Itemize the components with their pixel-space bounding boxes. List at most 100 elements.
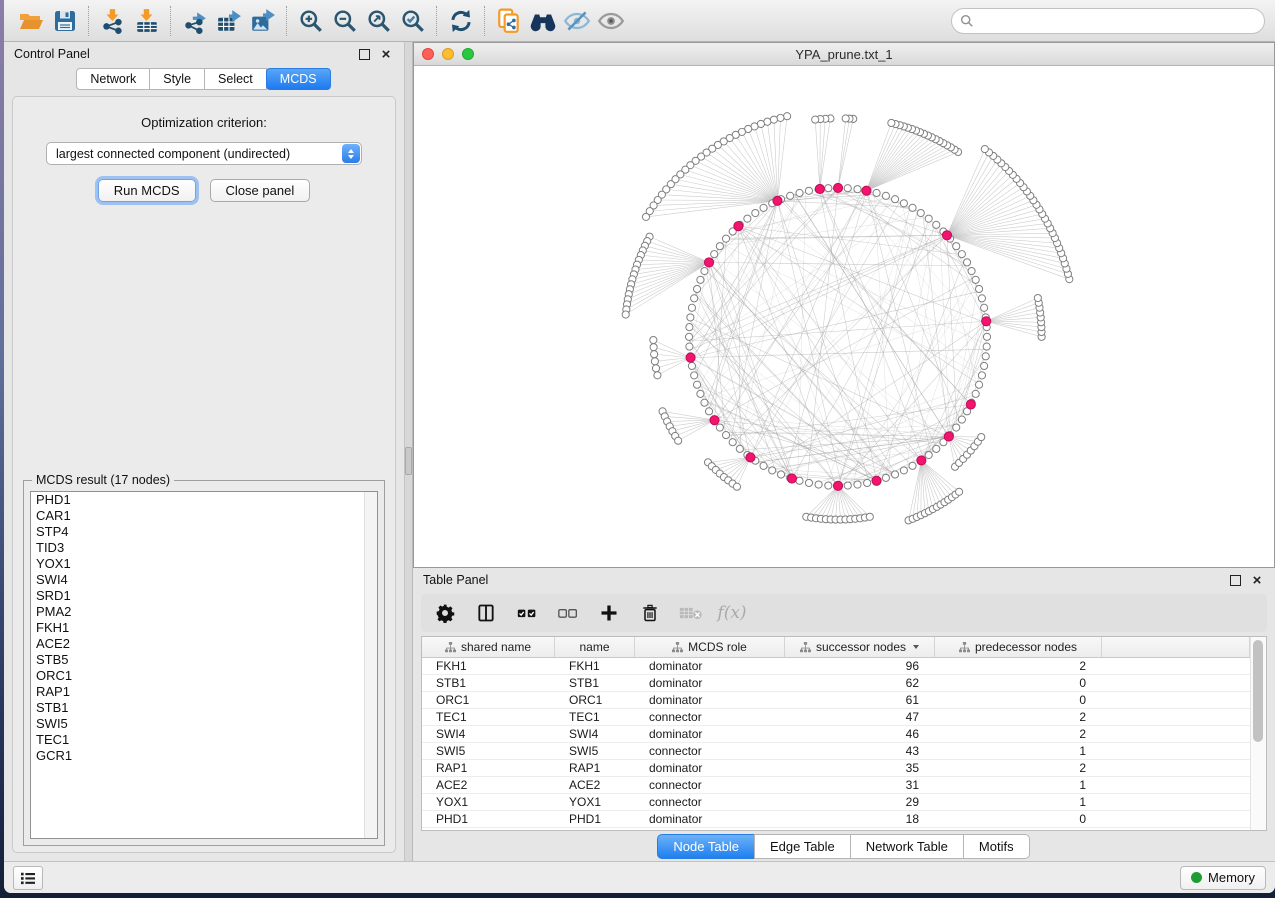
search-field[interactable] [951, 8, 1265, 34]
mcds-result-item[interactable]: RAP1 [31, 684, 377, 700]
mcds-result-item[interactable]: CAR1 [31, 508, 377, 524]
gear-icon[interactable] [433, 601, 457, 625]
table-row[interactable]: TEC1TEC1connector472 [422, 709, 1250, 726]
table-row[interactable]: PHD1PHD1dominator180 [422, 811, 1250, 828]
mcds-result-item[interactable]: FKH1 [31, 620, 377, 636]
close-table-panel-icon[interactable]: × [1249, 572, 1265, 588]
import-table-icon[interactable] [130, 5, 164, 37]
import-network-icon[interactable] [96, 5, 130, 37]
task-history-button[interactable] [13, 866, 43, 890]
table-scrollbar-thumb[interactable] [1253, 640, 1263, 742]
table-row[interactable]: SWI4SWI4dominator462 [422, 726, 1250, 743]
mcds-result-item[interactable]: SRD1 [31, 588, 377, 604]
table-row[interactable]: RAP1RAP1dominator352 [422, 760, 1250, 777]
table-row[interactable]: STB1STB1dominator620 [422, 675, 1250, 692]
minimize-traffic-light[interactable] [442, 48, 454, 60]
save-floppy-icon[interactable] [48, 5, 82, 37]
delete-table-icon [679, 601, 703, 625]
mcds-result-item[interactable]: TEC1 [31, 732, 377, 748]
refresh-icon[interactable] [444, 5, 478, 37]
close-traffic-light[interactable] [422, 48, 434, 60]
mcds-result-item[interactable]: SWI4 [31, 572, 377, 588]
close-panel-button[interactable]: Close panel [210, 179, 311, 202]
zoom-traffic-light[interactable] [462, 48, 474, 60]
export-image-icon[interactable] [246, 5, 280, 37]
export-table-icon[interactable] [212, 5, 246, 37]
tab-network[interactable]: Network [76, 68, 150, 90]
uncheck-all-icon[interactable] [556, 601, 580, 625]
column-header-name[interactable]: name [555, 637, 635, 657]
network-window-titlebar[interactable]: YPA_prune.txt_1 [414, 43, 1274, 66]
float-table-panel-icon[interactable] [1227, 572, 1243, 588]
panel-splitter[interactable] [404, 42, 413, 861]
table-cell: dominator [635, 812, 785, 826]
splitter-handle[interactable] [405, 447, 412, 475]
table-cell: 2 [935, 761, 1102, 775]
table-row[interactable]: SWI5SWI5connector431 [422, 743, 1250, 760]
table-cell: 0 [935, 693, 1102, 707]
table-toolbar: f(x) [421, 594, 1267, 632]
table-row[interactable]: YOX1YOX1connector291 [422, 794, 1250, 811]
network-canvas[interactable] [414, 66, 1274, 567]
check-all-icon[interactable] [515, 601, 539, 625]
zoom-selected-icon[interactable] [396, 5, 430, 37]
tab-select[interactable]: Select [204, 68, 267, 90]
column-menu-icon[interactable] [913, 645, 919, 649]
tab-node-table[interactable]: Node Table [657, 834, 755, 859]
mcds-list-scrollbar[interactable] [364, 492, 377, 838]
mcds-result-item[interactable]: STB1 [31, 700, 377, 716]
mcds-result-item[interactable]: TID3 [31, 540, 377, 556]
mcds-result-item[interactable]: PHD1 [31, 492, 377, 508]
mcds-result-item[interactable]: PMA2 [31, 604, 377, 620]
shared-column-icon [672, 642, 683, 653]
clone-network-icon[interactable] [492, 5, 526, 37]
float-panel-icon[interactable] [356, 46, 372, 62]
network-window: YPA_prune.txt_1 [413, 42, 1275, 568]
tab-mcds[interactable]: MCDS [266, 68, 331, 90]
mcds-result-item[interactable]: ACE2 [31, 636, 377, 652]
mcds-result-list[interactable]: PHD1CAR1STP4TID3YOX1SWI4SRD1PMA2FKH1ACE2… [30, 491, 378, 839]
column-header-successor-nodes[interactable]: successor nodes [785, 637, 935, 657]
table-cell: 18 [785, 812, 935, 826]
table-row[interactable]: ACE2ACE2connector311 [422, 777, 1250, 794]
column-header-MCDS-role[interactable]: MCDS role [635, 637, 785, 657]
zoom-in-icon[interactable] [294, 5, 328, 37]
run-mcds-button[interactable]: Run MCDS [98, 179, 196, 202]
mcds-result-item[interactable]: STB5 [31, 652, 377, 668]
column-header-shared-name[interactable]: shared name [422, 637, 555, 657]
network-graph[interactable] [414, 66, 1274, 567]
table-cell: TEC1 [422, 710, 555, 724]
tab-edge-table[interactable]: Edge Table [754, 834, 851, 859]
export-network-icon[interactable] [178, 5, 212, 37]
mcds-result-item[interactable]: ORC1 [31, 668, 377, 684]
eye-slash-icon[interactable] [560, 5, 594, 37]
mcds-result-item[interactable]: YOX1 [31, 556, 377, 572]
search-input[interactable] [979, 13, 1256, 29]
mcds-result-item[interactable]: SWI5 [31, 716, 377, 732]
table-row[interactable]: FKH1FKH1dominator962 [422, 658, 1250, 675]
memory-button[interactable]: Memory [1180, 866, 1266, 890]
table-cell: dominator [635, 676, 785, 690]
mcds-result-item[interactable]: STP4 [31, 524, 377, 540]
mcds-result-item[interactable]: GCR1 [31, 748, 377, 764]
table-cell: ACE2 [555, 778, 635, 792]
table-row[interactable]: ORC1ORC1dominator610 [422, 692, 1250, 709]
tab-style[interactable]: Style [149, 68, 205, 90]
add-column-icon[interactable] [597, 601, 621, 625]
close-panel-icon[interactable]: × [378, 46, 394, 62]
table-cell: 1 [935, 744, 1102, 758]
table-scrollbar[interactable] [1250, 637, 1266, 830]
binoculars-icon[interactable] [526, 5, 560, 37]
zoom-fit-icon[interactable] [362, 5, 396, 37]
network-window-title: YPA_prune.txt_1 [414, 47, 1274, 62]
columns-icon[interactable] [474, 601, 498, 625]
tab-network-table[interactable]: Network Table [850, 834, 964, 859]
zoom-out-icon[interactable] [328, 5, 362, 37]
table-cell: 96 [785, 659, 935, 673]
eye-icon[interactable] [594, 5, 628, 37]
tab-motifs[interactable]: Motifs [963, 834, 1030, 859]
open-folder-icon[interactable] [14, 5, 48, 37]
column-header-predecessor-nodes[interactable]: predecessor nodes [935, 637, 1102, 657]
criterion-select[interactable]: largest connected component (undirected) [46, 142, 362, 165]
delete-column-icon[interactable] [638, 601, 662, 625]
